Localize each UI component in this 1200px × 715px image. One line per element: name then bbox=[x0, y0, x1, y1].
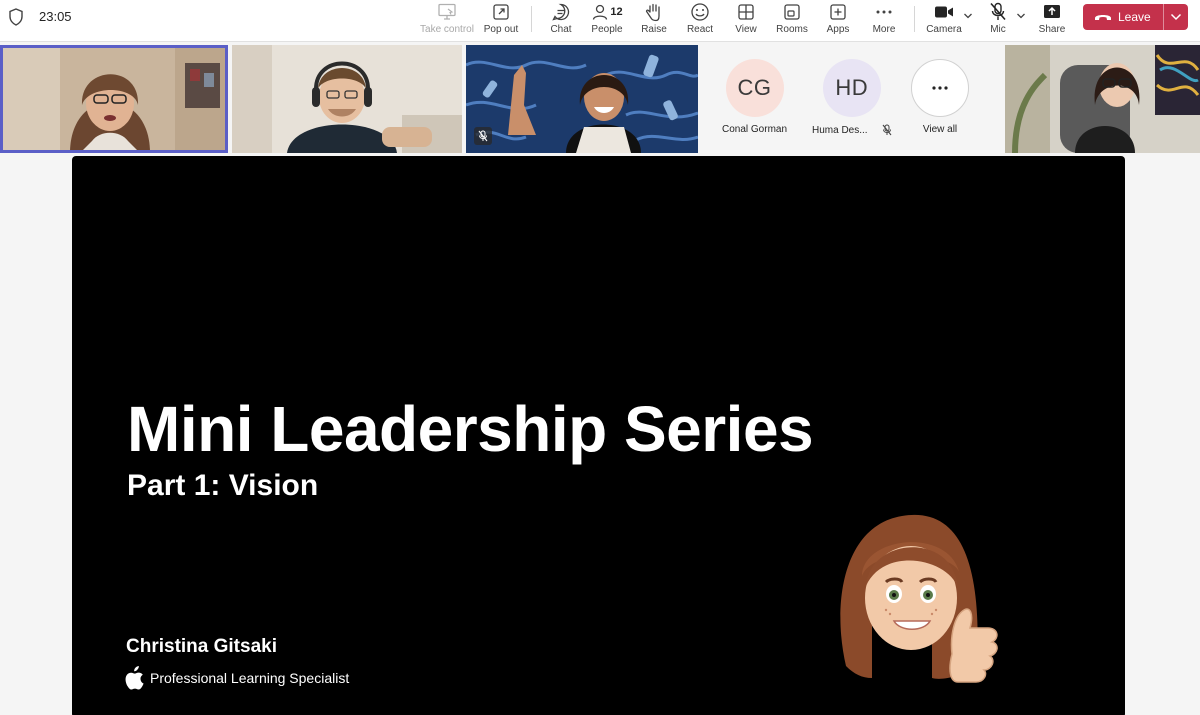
mic-options-chevron-icon[interactable] bbox=[1016, 12, 1026, 20]
participant-video-tile[interactable] bbox=[466, 45, 698, 153]
camera-options-chevron-icon[interactable] bbox=[963, 12, 973, 20]
view-all-circle[interactable] bbox=[911, 59, 969, 117]
participant-avatar-tile[interactable]: CG Conal Gorman bbox=[722, 59, 787, 135]
participant-muted-badge bbox=[474, 127, 492, 145]
presenter-role: Professional Learning Specialist bbox=[150, 670, 350, 686]
chat-button[interactable]: Chat bbox=[546, 1, 576, 39]
raise-hand-icon bbox=[645, 3, 660, 22]
toolbar-divider bbox=[531, 6, 532, 32]
apps-button[interactable]: Apps bbox=[825, 1, 851, 39]
view-all-participants-button[interactable]: View all bbox=[911, 59, 969, 135]
slide-subtitle: Part 1: Vision bbox=[127, 469, 319, 502]
mic-button[interactable]: Mic bbox=[986, 1, 1010, 39]
take-control-button[interactable]: Take control bbox=[420, 1, 474, 39]
participant-video-frame bbox=[232, 45, 462, 153]
chat-label: Chat bbox=[550, 24, 572, 35]
presenter-name: Christina Gitsaki bbox=[126, 636, 277, 657]
leave-main[interactable]: Leave bbox=[1083, 4, 1163, 30]
share-button[interactable]: Share bbox=[1037, 1, 1067, 39]
share-label: Share bbox=[1038, 24, 1066, 35]
pop-out-icon bbox=[493, 4, 509, 20]
people-icon bbox=[593, 4, 608, 20]
leave-label: Leave bbox=[1118, 10, 1151, 24]
participant-video-frame bbox=[1005, 45, 1200, 153]
participant-avatar-tile[interactable]: HD Huma Des... bbox=[812, 59, 892, 136]
more-icon bbox=[876, 10, 892, 14]
apps-label: Apps bbox=[826, 24, 850, 35]
raise-label: Raise bbox=[641, 24, 667, 35]
camera-label: Camera bbox=[926, 24, 962, 35]
take-control-icon bbox=[438, 3, 456, 20]
participant-video-frame bbox=[0, 45, 228, 153]
presenter-role-row: Professional Learning Specialist bbox=[124, 666, 349, 690]
participant-video-frame bbox=[466, 45, 698, 153]
view-button[interactable]: View bbox=[732, 1, 760, 39]
camera-button[interactable]: Camera bbox=[925, 1, 963, 39]
shared-content-stage[interactable]: Mini Leadership Series Part 1: Vision Ch… bbox=[72, 156, 1125, 715]
participant-video-tile[interactable] bbox=[1005, 45, 1200, 153]
leave-button[interactable]: Leave bbox=[1083, 4, 1188, 30]
participant-name: Huma Des... bbox=[812, 124, 892, 136]
rooms-button[interactable]: Rooms bbox=[775, 1, 809, 39]
view-all-label: View all bbox=[923, 124, 957, 135]
participant-video-tile[interactable] bbox=[232, 45, 462, 153]
people-button[interactable]: 12 People bbox=[590, 1, 624, 39]
view-all-text: View all bbox=[922, 124, 958, 135]
share-screen-icon bbox=[1044, 5, 1060, 18]
avatar: HD bbox=[822, 59, 881, 117]
raise-hand-button[interactable]: Raise bbox=[638, 1, 670, 39]
smile-icon bbox=[691, 3, 709, 21]
more-label: More bbox=[872, 24, 896, 35]
more-button[interactable]: More bbox=[869, 1, 899, 39]
grid-view-icon bbox=[738, 4, 754, 20]
chevron-down-icon bbox=[1170, 13, 1182, 21]
mic-off-icon bbox=[882, 124, 892, 136]
participant-name: Conal Gorman bbox=[722, 124, 787, 135]
participant-video-tile[interactable] bbox=[0, 45, 228, 153]
people-label: People bbox=[591, 24, 623, 35]
mic-label: Mic bbox=[990, 24, 1006, 35]
mic-off-icon bbox=[990, 2, 1006, 21]
hang-up-icon bbox=[1095, 15, 1111, 20]
chat-icon bbox=[552, 3, 570, 21]
people-count: 12 bbox=[610, 6, 623, 18]
mic-off-icon bbox=[478, 130, 488, 142]
participant-name-text: Conal Gorman bbox=[722, 124, 788, 135]
more-icon bbox=[932, 86, 948, 90]
avatar-initials: HD bbox=[835, 75, 869, 100]
avatar-initials: CG bbox=[737, 75, 772, 100]
meeting-timer: 23:05 bbox=[39, 9, 72, 24]
shield-icon bbox=[9, 8, 23, 26]
avatar: CG bbox=[725, 59, 784, 117]
react-button[interactable]: React bbox=[684, 1, 716, 39]
pop-out-button[interactable]: Pop out bbox=[482, 1, 520, 39]
camera-icon bbox=[935, 6, 953, 18]
apple-logo-icon bbox=[125, 666, 144, 690]
leave-options-dropdown[interactable] bbox=[1164, 13, 1188, 21]
rooms-icon bbox=[784, 4, 800, 20]
add-apps-icon bbox=[830, 4, 846, 20]
take-control-label: Take control bbox=[420, 24, 474, 35]
memoji-thumbs-up-illustration bbox=[840, 514, 998, 683]
meeting-toolbar: 23:05 Take control Pop out Chat 12 Peopl… bbox=[0, 0, 1200, 42]
rooms-label: Rooms bbox=[776, 24, 808, 35]
pop-out-label: Pop out bbox=[483, 24, 519, 35]
react-label: React bbox=[686, 24, 714, 35]
slide-title: Mini Leadership Series bbox=[127, 393, 814, 465]
participant-name-text: Huma Des... bbox=[812, 124, 868, 136]
toolbar-divider bbox=[914, 6, 915, 32]
view-label: View bbox=[735, 24, 757, 35]
